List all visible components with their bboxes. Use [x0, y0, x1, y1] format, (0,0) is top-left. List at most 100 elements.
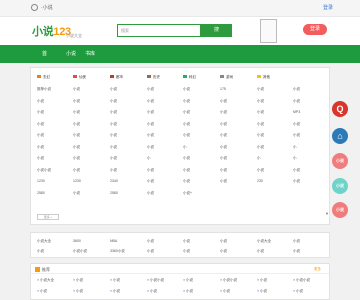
- recommend-item[interactable]: ≡ 小说: [220, 289, 230, 294]
- category-link[interactable]: 小说: [220, 110, 227, 115]
- recommend-more-link[interactable]: 更多: [314, 267, 321, 272]
- more-button[interactable]: 更多 +: [37, 214, 59, 220]
- category-link[interactable]: 小说: [147, 133, 154, 138]
- friend-link[interactable]: 小说: [220, 239, 227, 244]
- friend-link[interactable]: 小说: [37, 249, 44, 254]
- category-link[interactable]: 2340: [110, 179, 118, 183]
- category-link[interactable]: 小说: [147, 87, 154, 92]
- friend-link[interactable]: 3600: [73, 239, 81, 243]
- recommend-item[interactable]: ≡ 小说小说: [147, 278, 164, 283]
- float-button[interactable]: 小说: [332, 202, 348, 218]
- category-link[interactable]: 小说: [110, 133, 117, 138]
- category-link[interactable]: 小说: [257, 168, 264, 173]
- category-link[interactable]: 小说: [73, 99, 80, 104]
- recommend-item[interactable]: ≡ 小说: [257, 289, 267, 294]
- friend-link[interactable]: 小说大全: [37, 239, 51, 244]
- category-link[interactable]: 小说: [220, 99, 227, 104]
- category-header[interactable]: 都市: [110, 75, 123, 80]
- category-link[interactable]: 小说: [73, 145, 80, 150]
- category-header[interactable]: 玄幻: [37, 75, 50, 80]
- category-link[interactable]: 小说: [37, 145, 44, 150]
- category-link[interactable]: 小: [147, 156, 151, 161]
- float-button[interactable]: 小说: [332, 153, 348, 169]
- category-link[interactable]: 小说: [183, 168, 190, 173]
- category-link[interactable]: 小说: [110, 87, 117, 92]
- category-link[interactable]: 小说: [293, 179, 300, 184]
- search-button[interactable]: 搜: [201, 24, 232, 37]
- category-link[interactable]: 小说: [293, 133, 300, 138]
- topbar-login-link[interactable]: 登录: [323, 4, 333, 11]
- category-link[interactable]: 小说: [293, 87, 300, 92]
- category-link[interactable]: 小说: [73, 156, 80, 161]
- recommend-item[interactable]: ≡ 小说: [73, 278, 83, 283]
- category-link[interactable]: 小说: [37, 133, 44, 138]
- friend-link[interactable]: 小说小说: [73, 249, 87, 254]
- category-link[interactable]: 1230: [37, 179, 45, 183]
- category-link[interactable]: 小说: [147, 179, 154, 184]
- category-link[interactable]: 小说: [73, 133, 80, 138]
- category-link[interactable]: 小说: [147, 122, 154, 127]
- category-link[interactable]: 小说: [257, 145, 264, 150]
- category-link[interactable]: 小: [183, 145, 187, 150]
- category-link[interactable]: 230: [257, 179, 263, 183]
- category-link[interactable]: 小说小说: [37, 168, 51, 173]
- category-link[interactable]: 小说: [220, 156, 227, 161]
- recommend-item[interactable]: ≡ 小说: [147, 289, 157, 294]
- friend-link[interactable]: 小说: [293, 239, 300, 244]
- category-link[interactable]: 小说: [73, 168, 80, 173]
- category-link[interactable]: 小说: [37, 156, 44, 161]
- recommend-item[interactable]: ≡ 小说: [183, 278, 193, 283]
- category-link[interactable]: 175: [220, 87, 226, 91]
- category-link[interactable]: 小说: [110, 145, 117, 150]
- category-link[interactable]: 小说: [37, 99, 44, 104]
- friend-link[interactable]: 小说: [220, 249, 227, 254]
- scroll-down-icon[interactable]: ▼: [325, 211, 329, 216]
- category-link[interactable]: 小说: [183, 87, 190, 92]
- category-header[interactable]: 仙侠: [73, 75, 86, 80]
- category-header[interactable]: 其他: [257, 75, 270, 80]
- category-link[interactable]: 1230: [73, 179, 81, 183]
- category-link[interactable]: 小说: [147, 110, 154, 115]
- recommend-item[interactable]: ≡ 小说小说: [220, 278, 237, 283]
- category-link[interactable]: 小说: [110, 110, 117, 115]
- category-link[interactable]: 小说: [37, 110, 44, 115]
- float-button[interactable]: Q: [332, 101, 348, 117]
- category-link[interactable]: 小说: [220, 133, 227, 138]
- nav-item-library[interactable]: 书库: [85, 50, 95, 57]
- category-link[interactable]: 小说: [37, 122, 44, 127]
- friend-link[interactable]: 小说: [293, 249, 300, 254]
- category-link[interactable]: 小说: [257, 133, 264, 138]
- topbar-left-link[interactable]: ·小说: [41, 4, 53, 11]
- category-header[interactable]: 科幻: [183, 75, 196, 80]
- nav-item-home[interactable]: 首: [42, 50, 47, 57]
- category-header[interactable]: 游戏: [220, 75, 233, 80]
- category-link[interactable]: 小说: [220, 179, 227, 184]
- category-link[interactable]: 小说: [183, 133, 190, 138]
- recommend-item[interactable]: ≡ 小说: [73, 289, 83, 294]
- float-button[interactable]: ⌂: [332, 128, 348, 144]
- category-link[interactable]: 小说: [147, 168, 154, 173]
- friend-link[interactable]: 小说大全: [257, 239, 271, 244]
- recommend-item[interactable]: ≡ 小说小说: [293, 278, 310, 283]
- nav-item-novels[interactable]: 小说: [66, 50, 76, 57]
- category-link[interactable]: 小说: [293, 168, 300, 173]
- category-header[interactable]: 历史: [147, 75, 160, 80]
- friend-link[interactable]: 小说: [147, 249, 154, 254]
- category-link[interactable]: 小说: [110, 122, 117, 127]
- category-link[interactable]: 小说: [110, 156, 117, 161]
- category-link[interactable]: 小说+: [183, 191, 192, 196]
- friend-link[interactable]: 3360小说: [110, 249, 125, 254]
- category-link[interactable]: 小说: [220, 145, 227, 150]
- category-link[interactable]: 小说: [73, 110, 80, 115]
- category-link[interactable]: 2580: [37, 191, 45, 195]
- category-link[interactable]: 小说: [183, 179, 190, 184]
- category-link[interactable]: 小: [293, 145, 297, 150]
- category-link[interactable]: 小说: [183, 122, 190, 127]
- category-link[interactable]: 小说: [183, 156, 190, 161]
- category-link[interactable]: 小说: [293, 99, 300, 104]
- friend-link[interactable]: 小说: [183, 239, 190, 244]
- category-link[interactable]: 小说: [73, 122, 80, 127]
- category-link[interactable]: 小说: [257, 110, 264, 115]
- category-link[interactable]: 小: [257, 156, 261, 161]
- category-link[interactable]: 小说: [183, 99, 190, 104]
